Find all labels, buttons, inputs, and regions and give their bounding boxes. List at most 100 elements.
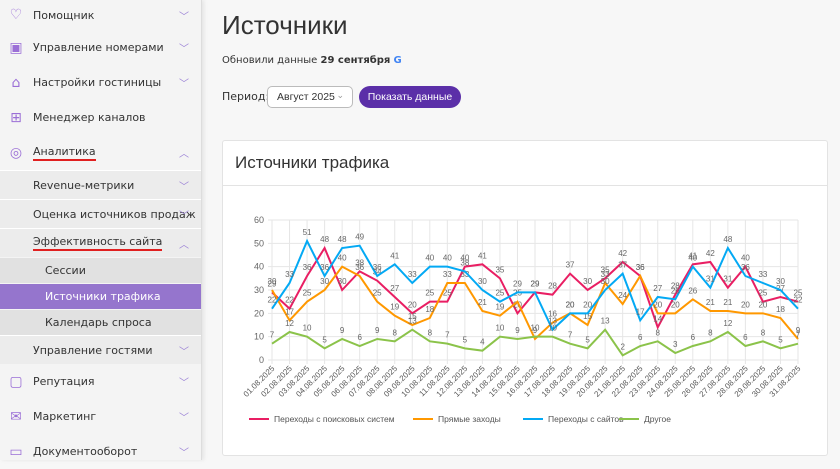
sidebar-item-label: Эффективность сайта: [33, 235, 163, 251]
y-tick-label: 0: [259, 355, 264, 365]
updated-date: 29 сентября: [320, 55, 391, 66]
data-label: 30: [601, 277, 610, 286]
sidebar-item-label: Помощник: [33, 8, 95, 22]
period-select[interactable]: Август 2025 ⌄: [267, 86, 353, 108]
house-icon: ⌂: [11, 74, 21, 91]
data-label: 20: [741, 300, 750, 309]
data-label: 8: [656, 328, 661, 337]
data-label: 10: [548, 324, 557, 333]
calendar-icon: ▣: [9, 39, 23, 56]
data-label: 17: [636, 307, 645, 316]
chevron-down-icon: ﹀: [179, 210, 189, 222]
sidebar-item-label: Управление номерами: [33, 41, 164, 54]
data-label: 35: [495, 265, 504, 274]
sidebar: ♡ Помощник ﹀ ▣ Управление номерами ﹀ ⌂ Настройк…: [0, 0, 202, 460]
sidebar-item-10[interactable]: Календарь спроса: [0, 309, 201, 335]
data-label: 29: [531, 279, 540, 288]
data-label: 6: [691, 333, 696, 342]
data-label: 42: [618, 249, 627, 258]
sidebar-item-label: Репутация: [33, 375, 95, 388]
data-label: 22: [285, 296, 294, 305]
main-content: Источники Обновили данные 29 сентября G …: [202, 0, 840, 460]
data-label: 30: [776, 277, 785, 286]
sidebar-item-11[interactable]: Управление гостями ﹀: [0, 335, 201, 364]
sidebar-item-8[interactable]: Сессии: [0, 257, 201, 283]
chevron-down-icon: ﹀: [179, 79, 189, 90]
sidebar-item-label: Управление гостями: [33, 343, 153, 357]
chevron-up-icon: ︿: [179, 149, 189, 160]
data-label: 40: [688, 254, 697, 263]
data-label: 36: [373, 263, 382, 272]
data-label: 8: [428, 328, 433, 337]
data-label: 20: [671, 300, 680, 309]
data-label: 21: [723, 298, 732, 307]
chat-icon: ▢: [9, 373, 23, 390]
y-tick-label: 50: [254, 238, 264, 248]
sidebar-item-6[interactable]: Оценка источников продаж ﹀: [0, 199, 201, 228]
chevron-down-icon: ﹀: [179, 44, 189, 55]
sidebar-item-4[interactable]: ◎ Аналитика ︿: [0, 135, 201, 170]
data-label: 6: [638, 333, 643, 342]
period-value: Август 2025: [277, 91, 335, 103]
sidebar-item-7[interactable]: Эффективность сайта ︿: [0, 228, 201, 257]
heart-icon: ♡: [9, 7, 23, 23]
chevron-down-icon: ﹀: [179, 378, 189, 389]
data-label: 30: [478, 277, 487, 286]
data-label: 19: [495, 303, 504, 312]
data-label: 25: [425, 289, 434, 298]
show-data-button[interactable]: Показать данные: [359, 86, 461, 108]
data-label: 33: [758, 270, 767, 279]
data-label: 12: [285, 319, 294, 328]
data-label: 7: [796, 331, 801, 340]
mail-icon: ✉: [10, 408, 22, 425]
data-label: 41: [390, 251, 399, 260]
sidebar-item-3[interactable]: ⊞ Менеджер каналов: [0, 100, 201, 135]
chevron-up-icon: ︿: [179, 239, 189, 251]
data-label: 48: [320, 235, 329, 244]
data-label: 40: [425, 254, 434, 263]
page-title: Источники: [222, 10, 348, 40]
data-label: 36: [741, 263, 750, 272]
sidebar-item-label: Сессии: [45, 264, 86, 277]
data-label: 20: [566, 300, 575, 309]
data-label: 20: [408, 300, 417, 309]
y-tick-label: 60: [254, 215, 264, 225]
sidebar-item-9[interactable]: Источники трафика: [0, 283, 201, 309]
data-label: 19: [390, 303, 399, 312]
y-tick-label: 30: [254, 285, 264, 295]
data-label: 40: [741, 254, 750, 263]
sidebar-item-2[interactable]: ⌂ Настройки гостиницы ﹀: [0, 65, 201, 100]
sidebar-item-label: Источники трафика: [45, 290, 161, 303]
sidebar-item-label: Документооборот: [33, 445, 138, 458]
data-label: 2: [620, 342, 625, 351]
data-label: 10: [531, 324, 540, 333]
data-label: 7: [445, 331, 450, 340]
data-label: 9: [375, 326, 380, 335]
sidebar-item-14[interactable]: ▭ Документооборот ﹀: [0, 434, 201, 469]
sidebar-item-12[interactable]: ▢ Репутация ﹀: [0, 364, 201, 399]
legend-label: Переходы с сайтов: [548, 414, 624, 424]
traffic-chart: 010203040506001.08.202502.08.202503.08.2…: [242, 215, 803, 424]
data-label: 6: [357, 333, 362, 342]
data-label: 31: [723, 275, 732, 284]
data-label: 48: [723, 235, 732, 244]
sidebar-item-1[interactable]: ▣ Управление номерами ﹀: [0, 30, 201, 65]
data-label: 36: [636, 263, 645, 272]
data-label: 25: [373, 289, 382, 298]
sidebar-item-13[interactable]: ✉ Маркетинг ﹀: [0, 399, 201, 434]
data-label: 30: [338, 277, 347, 286]
y-tick-label: 40: [254, 262, 264, 272]
data-label: 20: [583, 300, 592, 309]
data-label: 24: [618, 291, 627, 300]
data-label: 5: [778, 335, 783, 344]
sidebar-item-0[interactable]: ♡ Помощник ﹀: [0, 0, 201, 30]
data-label: 5: [322, 335, 327, 344]
traffic-sources-card: Источники трафика 0 10 20 30 40 50 60 01.08.202…: [222, 140, 828, 456]
data-label: 21: [706, 298, 715, 307]
chevron-down-icon: ⌄: [336, 90, 344, 100]
data-label: 49: [355, 233, 364, 242]
data-label: 10: [495, 324, 504, 333]
data-label: 5: [585, 335, 590, 344]
data-label: 9: [515, 326, 520, 335]
sidebar-item-5[interactable]: Revenue-метрики ﹀: [0, 170, 201, 199]
